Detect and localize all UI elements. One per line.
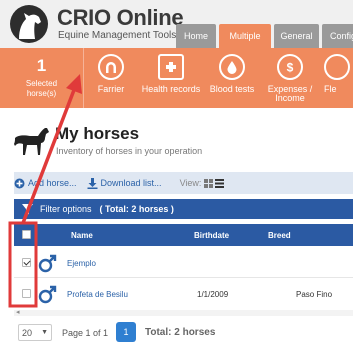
male-icon xyxy=(38,285,57,304)
selected-count: 1 xyxy=(36,56,47,75)
app-header: CRIO Online Equine Management Tools Home… xyxy=(0,0,353,48)
horse-silhouette-icon xyxy=(14,128,49,155)
row-checkbox[interactable] xyxy=(22,258,31,267)
page-info: Page 1 of 1 xyxy=(62,328,109,338)
view-label: View: xyxy=(179,178,202,188)
page-title: My horses xyxy=(55,124,140,143)
filter-total: ( Total: 2 horses ) xyxy=(99,204,174,214)
pager: 20 ▼ Page 1 of 1 1 Total: 2 horses xyxy=(14,321,353,345)
scroll-left-icon[interactable]: ◂ xyxy=(16,308,20,316)
expenses-income-button[interactable]: $ Expenses / Income xyxy=(260,48,320,108)
add-icon xyxy=(14,178,25,188)
horse-name-link[interactable]: Profeta de Besilu xyxy=(67,290,128,299)
medical-kit-icon xyxy=(158,54,184,80)
download-list-link[interactable]: Download list... xyxy=(87,177,162,189)
download-list-label: Download list... xyxy=(100,178,162,188)
page-1-button[interactable]: 1 xyxy=(116,322,136,342)
chevron-down-icon: ▼ xyxy=(41,329,48,336)
main-tabs: Home Multiple General Config xyxy=(176,24,353,48)
blood-drop-icon xyxy=(219,54,245,80)
horseshoe-icon xyxy=(98,54,124,80)
download-icon xyxy=(87,177,98,189)
brand-name: CRIO Online xyxy=(57,5,184,30)
selected-label-line1: Selected xyxy=(25,79,58,88)
tab-config[interactable]: Config xyxy=(322,24,353,48)
add-horse-label: Add horse... xyxy=(28,178,77,188)
male-icon xyxy=(38,254,57,273)
column-birthdate[interactable]: Birthdate xyxy=(194,231,229,240)
filter-options-bar[interactable]: Filter options ( Total: 2 horses ) xyxy=(14,199,353,219)
select-all-checkbox[interactable] xyxy=(22,230,31,239)
selected-horses-counter: 1 Selected horse(s) xyxy=(0,48,84,108)
brand-tagline: Equine Management Tools xyxy=(58,30,177,41)
farrier-label: Farrier xyxy=(97,84,125,94)
blood-tests-label: Blood tests xyxy=(209,84,255,94)
farrier-button[interactable]: Farrier xyxy=(84,48,138,108)
svg-text:$: $ xyxy=(287,61,294,75)
column-breed[interactable]: Breed xyxy=(268,231,291,240)
table-header: Name Birthdate Breed xyxy=(14,224,353,246)
tab-general[interactable]: General xyxy=(274,24,319,48)
selected-label-line2: horse(s) xyxy=(26,89,57,98)
tab-multiple[interactable]: Multiple xyxy=(219,24,271,48)
partial-tool-label: Fle xyxy=(324,84,337,94)
filter-icon xyxy=(22,203,33,215)
total-horses: Total: 2 horses xyxy=(145,327,216,338)
breed-cell: Paso Fino xyxy=(296,290,333,299)
table-row[interactable]: Ejemplo xyxy=(14,248,353,278)
horse-logo-icon xyxy=(10,5,48,43)
add-horse-link[interactable]: Add horse... xyxy=(14,178,77,189)
tab-home[interactable]: Home xyxy=(176,24,216,48)
health-records-label: Health records xyxy=(141,84,201,94)
page-size-value: 20 xyxy=(22,327,33,338)
partial-icon xyxy=(324,54,350,80)
expenses-label-line2: Income xyxy=(275,93,305,103)
table-row[interactable]: Profeta de Besilu 1/1/2009 Paso Fino xyxy=(14,279,353,309)
page-subtitle: Inventory of horses in your operation xyxy=(56,146,203,156)
blood-tests-button[interactable]: Blood tests xyxy=(204,48,260,108)
dollar-icon: $ xyxy=(277,54,303,80)
horse-name-link[interactable]: Ejemplo xyxy=(67,259,96,268)
filter-options-label: Filter options xyxy=(40,204,92,214)
health-records-button[interactable]: Health records xyxy=(138,48,204,108)
grid-view-icon[interactable] xyxy=(204,178,214,188)
app-page: CRIO Online Equine Management Tools Home… xyxy=(0,0,353,353)
partial-tool-button[interactable]: Fle xyxy=(320,48,353,108)
multiple-toolbar: 1 Selected horse(s) Farrier Health recor… xyxy=(0,48,353,108)
row-checkbox[interactable] xyxy=(22,289,31,298)
column-name[interactable]: Name xyxy=(71,231,93,240)
horizontal-scrollbar[interactable]: ◂ xyxy=(14,308,353,316)
list-view-icon[interactable] xyxy=(215,178,225,188)
birthdate-cell: 1/1/2009 xyxy=(197,290,229,299)
page-size-select[interactable]: 20 ▼ xyxy=(18,324,52,341)
list-actionbar: Add horse... Download list... View: xyxy=(14,172,353,194)
